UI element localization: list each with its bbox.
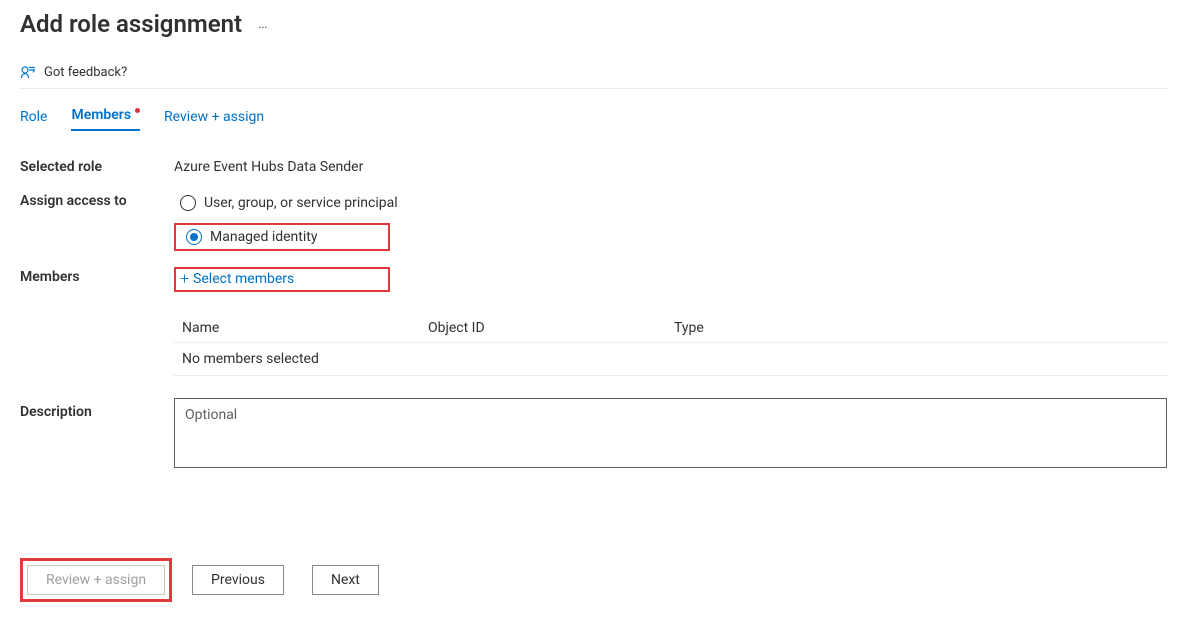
description-input[interactable] (174, 398, 1167, 468)
select-members-link[interactable]: + Select members (180, 271, 294, 287)
tab-members-label: Members (71, 107, 131, 123)
members-table: Name Object ID Type No members selected (174, 314, 1167, 376)
radio-managed-identity[interactable]: Managed identity (180, 225, 323, 249)
indicator-dot-icon (135, 108, 140, 113)
members-col-name[interactable]: Name (182, 320, 428, 336)
selected-role-label: Selected role (20, 157, 174, 175)
highlight-review-assign: Review + assign (20, 558, 172, 602)
assign-access-label: Assign access to (20, 191, 174, 209)
assign-access-radio-group: User, group, or service principal Manage… (174, 191, 1167, 251)
select-members-text: Select members (193, 271, 294, 287)
tabs: Role Members Review + assign (20, 107, 1167, 131)
members-table-header: Name Object ID Type (174, 314, 1167, 343)
members-label: Members (20, 267, 174, 285)
plus-icon: + (180, 271, 189, 287)
feedback-icon (20, 64, 36, 80)
page-title: Add role assignment (20, 10, 242, 38)
more-icon[interactable]: … (258, 16, 268, 32)
tab-members[interactable]: Members (71, 107, 140, 131)
members-empty-text: No members selected (182, 351, 1159, 367)
radio-icon (180, 195, 196, 211)
review-assign-button[interactable]: Review + assign (27, 565, 165, 595)
feedback-label: Got feedback? (44, 65, 127, 80)
previous-button[interactable]: Previous (192, 565, 284, 595)
feedback-link[interactable]: Got feedback? (20, 64, 127, 80)
tab-role[interactable]: Role (20, 109, 47, 131)
members-col-object-id[interactable]: Object ID (428, 320, 674, 336)
radio-user-group-sp[interactable]: User, group, or service principal (174, 191, 1167, 215)
description-label: Description (20, 398, 174, 420)
radio-label: User, group, or service principal (204, 195, 398, 211)
next-button[interactable]: Next (312, 565, 379, 595)
radio-icon-selected (186, 229, 202, 245)
tab-review-assign[interactable]: Review + assign (164, 109, 264, 131)
highlight-managed-identity: Managed identity (174, 223, 390, 251)
members-table-body: No members selected (174, 343, 1167, 376)
radio-label: Managed identity (210, 229, 317, 245)
members-col-type[interactable]: Type (674, 320, 920, 336)
highlight-select-members: + Select members (174, 267, 390, 292)
selected-role-value: Azure Event Hubs Data Sender (174, 157, 1167, 175)
